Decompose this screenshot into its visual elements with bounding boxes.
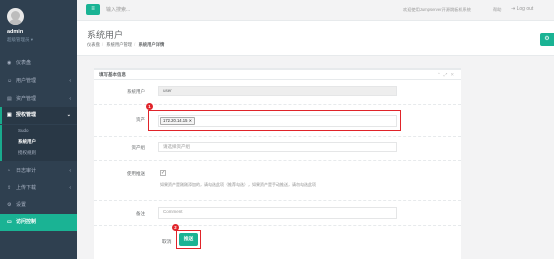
panel-title: 填写基本信息: [99, 72, 126, 77]
subitem-sudo[interactable]: Sudo: [18, 128, 29, 133]
gear-icon: ⚙: [7, 202, 12, 208]
gear-icon: ⚙: [544, 36, 550, 42]
panel-tools[interactable]: ⌃ ⤢ ✕: [437, 72, 455, 78]
step-marker-2: 2: [172, 224, 179, 231]
sidebar-item-settings[interactable]: ⚙ 设置: [0, 197, 77, 214]
breadcrumb-current: 系统用户详情: [138, 42, 165, 47]
upload-icon: ⇪: [7, 185, 12, 191]
profile-role-dropdown[interactable]: 超级管理员 ▾: [7, 37, 33, 43]
sidebar-item-users[interactable]: ☺ 用户管理 ‹: [0, 73, 77, 90]
breadcrumb-sysuser-list[interactable]: 系统用户管理: [106, 42, 132, 47]
push-checkbox[interactable]: ✓: [160, 170, 166, 176]
logout-link[interactable]: ⇥ Log out: [511, 6, 533, 12]
form-panel: 填写基本信息 ⌃ ⤢ ✕: [94, 68, 461, 259]
cancel-button[interactable]: 取消: [162, 238, 172, 245]
asset-group-label: 资产组: [131, 145, 146, 150]
highlight-box-submit: [176, 230, 201, 249]
asset-group-select[interactable]: 请选择资产组: [158, 142, 397, 152]
help-link[interactable]: 帮助: [493, 7, 501, 13]
search-input[interactable]: 输入搜索...: [106, 6, 130, 13]
sidebar-item-access[interactable]: ▭ 访问控制: [0, 214, 77, 231]
breadcrumb: 仪表盘 / 系统用户管理 / 系统用户详情: [87, 42, 165, 47]
user-icon: ☺: [7, 78, 13, 84]
permission-icon: ▣: [7, 112, 12, 118]
sidebar-item-permissions[interactable]: ▣ 授权管理 ⌄: [0, 107, 77, 124]
terminal-icon: ▭: [7, 219, 12, 225]
chevron-left-icon: ‹: [69, 185, 71, 191]
push-help-text: 如果资产是刚刚添加的，请勾选此项（推荐勾选），如果资产是手动推送，请勿勾选此项: [160, 182, 316, 187]
panel-header: 填写基本信息 ⌃ ⤢ ✕: [94, 70, 461, 80]
page-heading: 系统用户 仪表盘 / 系统用户管理 / 系统用户详情: [77, 21, 554, 56]
highlight-box-asset: [148, 110, 401, 131]
clock-icon: ◔: [7, 168, 11, 174]
divider: [94, 136, 461, 137]
menu-toggle-button[interactable]: ≡: [86, 4, 100, 15]
chevron-left-icon: ‹: [69, 78, 71, 84]
sidebar-item-assets[interactable]: ▤ 资产管理 ‹: [0, 91, 77, 108]
permissions-submenu: Sudo 系统用户 授权规则: [0, 125, 77, 161]
settings-toggle-button[interactable]: ⚙: [540, 33, 554, 46]
server-icon: ▤: [7, 96, 12, 102]
sidebar-item-dashboard[interactable]: ◉ 仪表盘: [0, 55, 77, 72]
subitem-rules[interactable]: 授权规则: [18, 150, 36, 156]
comment-label: 备注: [136, 211, 145, 216]
sysuser-field: user: [158, 86, 397, 96]
dashboard-icon: ◉: [7, 60, 12, 66]
page-title: 系统用户: [87, 30, 124, 40]
sidebar-item-audit[interactable]: ◔ 日志审计 ‹: [0, 163, 77, 180]
breadcrumb-dashboard[interactable]: 仪表盘: [87, 42, 100, 47]
subitem-system-users[interactable]: 系统用户: [18, 139, 36, 145]
divider: [94, 160, 461, 161]
sysuser-label: 系统用户: [127, 89, 145, 94]
profile-name: admin: [7, 29, 24, 35]
comment-input[interactable]: Comment: [158, 207, 397, 219]
welcome-text: 欢迎使用Jumpserver开源跳板机系统: [403, 7, 471, 12]
avatar[interactable]: [7, 8, 24, 25]
chevron-down-icon: ⌄: [66, 112, 71, 118]
sidebar: admin 超级管理员 ▾ ◉ 仪表盘 ☺ 用户管理 ‹ ▤ 资产管理 ‹ ▣ 授权管理 ⌄ …: [0, 0, 77, 259]
step-marker-1: 1: [146, 103, 153, 110]
divider: [94, 200, 461, 201]
chevron-left-icon: ‹: [69, 168, 71, 174]
divider: [94, 225, 461, 226]
chevron-left-icon: ‹: [69, 96, 71, 102]
top-navbar: ≡ 输入搜索... 欢迎使用Jumpserver开源跳板机系统 帮助 ⇥ Log…: [77, 0, 554, 21]
push-label: 使用推送: [127, 171, 145, 176]
asset-label: 资产: [136, 117, 145, 122]
sidebar-item-transfer[interactable]: ⇪ 上传下载 ‹: [0, 180, 77, 197]
